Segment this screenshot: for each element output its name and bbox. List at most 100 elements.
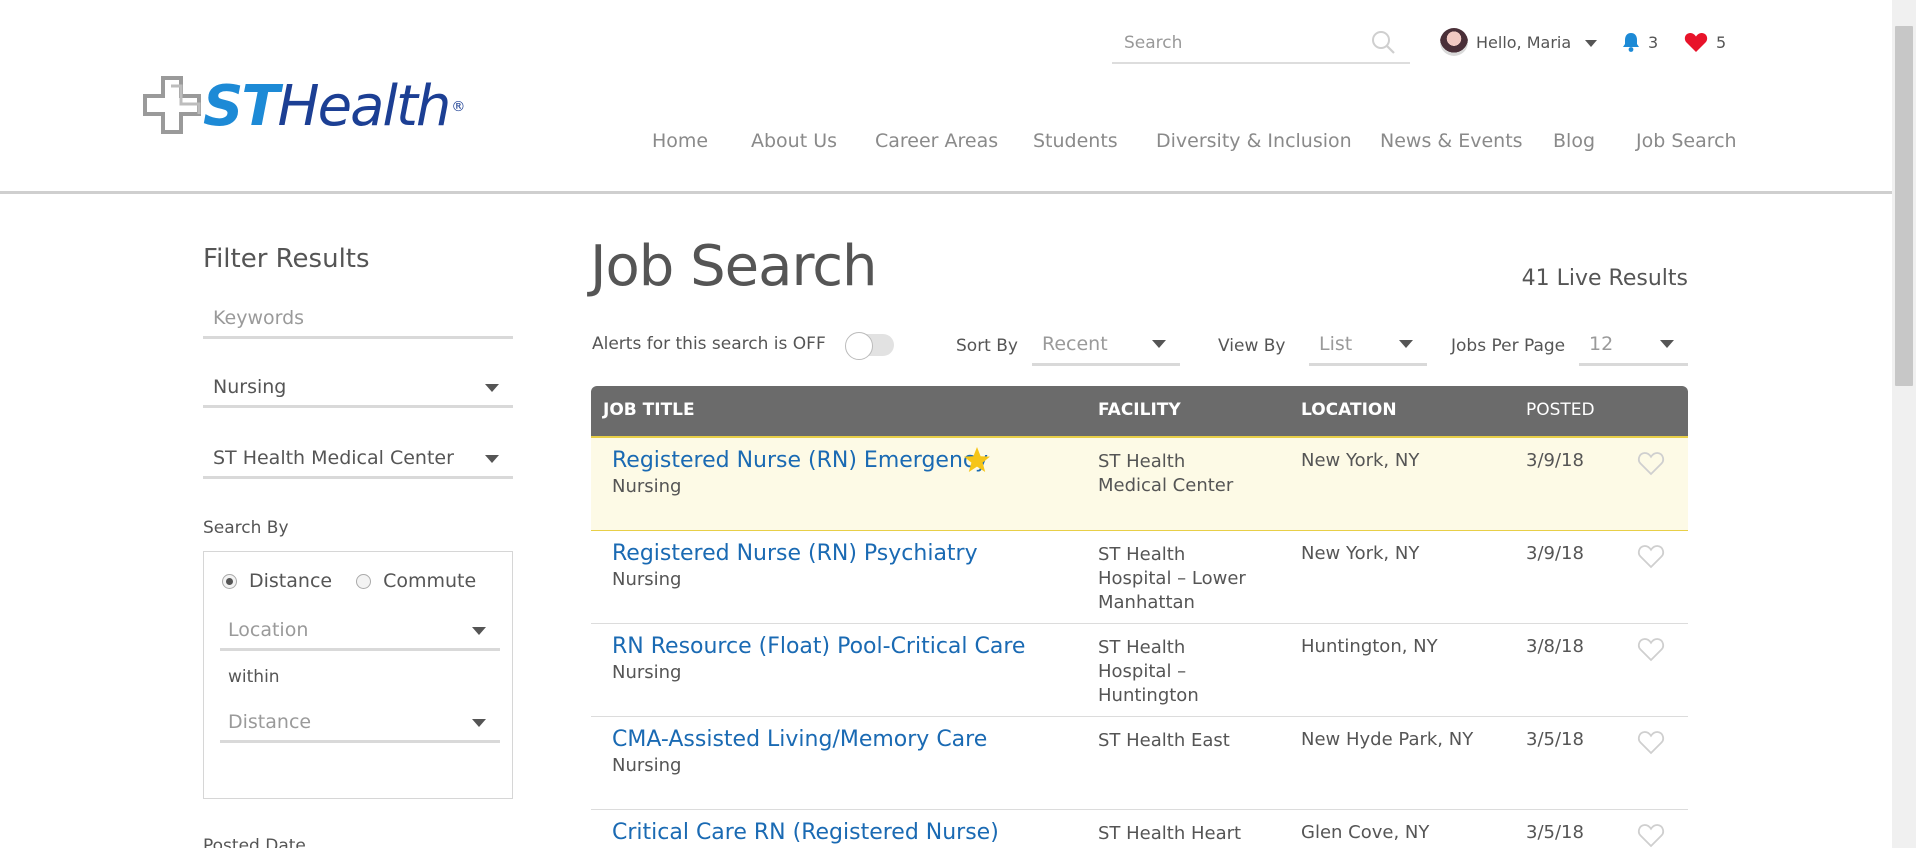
sort-by-select[interactable]: Recent xyxy=(1032,326,1180,366)
sort-by-value: Recent xyxy=(1042,333,1108,355)
table-row[interactable]: Registered Nurse (RN) Psychiatry Nursing… xyxy=(591,531,1688,624)
results-controls: Alerts for this search is OFF Sort By Re… xyxy=(592,326,1688,370)
view-by-select[interactable]: List xyxy=(1309,326,1427,366)
job-posted-date: 3/5/18 xyxy=(1526,729,1584,750)
chevron-down-icon xyxy=(1660,340,1674,348)
job-posted-date: 3/9/18 xyxy=(1526,450,1584,471)
nav-career-areas[interactable]: Career Areas xyxy=(875,130,998,152)
category-select[interactable]: Nursing xyxy=(203,368,513,408)
job-category: Nursing xyxy=(612,755,682,776)
nav-job-search[interactable]: Job Search xyxy=(1636,130,1737,152)
job-posted-date: 3/8/18 xyxy=(1526,636,1584,657)
favorites-button[interactable]: 5 xyxy=(1684,24,1726,60)
nav-news-events[interactable]: News & Events xyxy=(1380,130,1523,152)
job-posted-date: 3/9/18 xyxy=(1526,543,1584,564)
sort-by-label: Sort By xyxy=(956,336,1018,356)
nav-students[interactable]: Students xyxy=(1033,130,1118,152)
search-icon[interactable] xyxy=(1370,29,1396,55)
nav-blog[interactable]: Blog xyxy=(1553,130,1595,152)
facility-value: ST Health Medical Center xyxy=(213,446,454,469)
logo-wordmark: STHealth ® xyxy=(203,76,465,138)
job-facility: ST Health East xyxy=(1098,730,1230,751)
table-row[interactable]: CMA-Assisted Living/Memory Care Nursing … xyxy=(591,717,1688,810)
job-title-link[interactable]: Registered Nurse (RN) Psychiatry xyxy=(612,541,978,566)
jobs-per-page-select[interactable]: 12 xyxy=(1579,326,1688,366)
site-header: STHealth® Hello, Maria 3 5 Home About Us… xyxy=(0,0,1892,194)
job-results-table: JOB TITLE FACILITY LOCATION POSTED Regis… xyxy=(591,386,1688,848)
notifications-count: 3 xyxy=(1648,32,1659,52)
distance-select[interactable]: Distance xyxy=(220,703,500,743)
job-title-link[interactable]: CMA-Assisted Living/Memory Care xyxy=(612,727,987,752)
keywords-input[interactable] xyxy=(203,306,513,329)
job-title-link[interactable]: Critical Care RN (Registered Nurse) xyxy=(612,820,999,845)
star-icon xyxy=(964,447,990,472)
job-location: New York, NY xyxy=(1301,450,1420,471)
column-facility[interactable]: FACILITY xyxy=(1098,400,1181,420)
posted-date-label: Posted Date xyxy=(203,836,306,848)
job-facility: ST Health Heart xyxy=(1098,823,1242,844)
page-scrollbar[interactable] xyxy=(1892,0,1916,848)
job-posted-date: 3/5/18 xyxy=(1526,822,1584,843)
table-row[interactable]: Registered Nurse (RN) Emergency Nursing … xyxy=(591,436,1688,531)
heart-outline-icon[interactable] xyxy=(1637,543,1665,569)
job-facility: ST Health Hospital – Lower Manhattan xyxy=(1098,544,1246,613)
heart-outline-icon[interactable] xyxy=(1637,636,1665,662)
jobs-per-page-label: Jobs Per Page xyxy=(1451,336,1566,356)
chevron-down-icon xyxy=(1585,40,1598,47)
column-posted[interactable]: POSTED xyxy=(1526,400,1595,420)
location-select[interactable]: Location xyxy=(220,611,500,651)
chevron-down-icon xyxy=(1399,340,1413,348)
alerts-status-label: Alerts for this search is OFF xyxy=(592,334,826,354)
chevron-down-icon xyxy=(472,719,486,727)
within-label: within xyxy=(228,667,280,687)
table-row[interactable]: RN Resource (Float) Pool-Critical Care N… xyxy=(591,624,1688,717)
radio-commute[interactable] xyxy=(356,573,372,589)
radio-distance-label[interactable]: Distance xyxy=(249,570,332,592)
job-location: New Hyde Park, NY xyxy=(1301,729,1474,750)
main-nav: Home About Us Career Areas Students Dive… xyxy=(0,130,1892,164)
page-title: Job Search xyxy=(590,234,878,299)
column-location[interactable]: LOCATION xyxy=(1301,400,1397,420)
filter-results-title: Filter Results xyxy=(203,244,370,274)
radio-distance[interactable] xyxy=(222,573,237,589)
heart-outline-icon[interactable] xyxy=(1637,822,1665,848)
view-by-value: List xyxy=(1319,333,1353,355)
job-facility: ST Health Medical Center xyxy=(1098,451,1234,496)
heart-outline-icon[interactable] xyxy=(1637,729,1665,755)
facility-select[interactable]: ST Health Medical Center xyxy=(203,439,513,479)
table-header: JOB TITLE FACILITY LOCATION POSTED xyxy=(591,386,1688,436)
job-title-link[interactable]: Registered Nurse (RN) Emergency xyxy=(612,448,988,473)
notifications-button[interactable]: 3 xyxy=(1620,24,1658,60)
nav-diversity-inclusion[interactable]: Diversity & Inclusion xyxy=(1156,130,1352,152)
job-location: New York, NY xyxy=(1301,543,1420,564)
job-title-link[interactable]: RN Resource (Float) Pool-Critical Care xyxy=(612,634,1025,659)
search-input[interactable] xyxy=(1112,33,1362,53)
distance-placeholder: Distance xyxy=(228,710,312,733)
user-greeting: Hello, Maria xyxy=(1476,32,1572,52)
avatar xyxy=(1440,28,1468,56)
scrollbar-thumb[interactable] xyxy=(1895,26,1913,386)
nav-about-us[interactable]: About Us xyxy=(751,130,837,152)
job-location: Huntington, NY xyxy=(1301,636,1438,657)
view-by-label: View By xyxy=(1218,336,1286,356)
chevron-down-icon xyxy=(472,627,486,635)
heart-outline-icon[interactable] xyxy=(1637,450,1665,476)
table-row[interactable]: Critical Care RN (Registered Nurse) ST H… xyxy=(591,810,1688,848)
keywords-field[interactable] xyxy=(203,299,513,339)
header-search xyxy=(1112,24,1410,64)
job-category: Nursing xyxy=(612,662,682,683)
radio-commute-label[interactable]: Commute xyxy=(383,570,476,592)
heart-icon xyxy=(1684,32,1708,52)
category-value: Nursing xyxy=(213,375,287,398)
column-job-title[interactable]: JOB TITLE xyxy=(603,400,695,420)
live-results-count: 41 Live Results xyxy=(1521,266,1688,291)
cross-logo-icon xyxy=(143,76,201,134)
alerts-toggle[interactable] xyxy=(845,332,894,360)
job-category: Nursing xyxy=(612,476,682,497)
sthealth-logo[interactable]: STHealth ® xyxy=(143,76,465,138)
chevron-down-icon xyxy=(1152,340,1166,348)
nav-home[interactable]: Home xyxy=(652,130,708,152)
favorites-count: 5 xyxy=(1716,32,1727,52)
user-menu[interactable]: Hello, Maria xyxy=(1440,24,1598,60)
search-by-panel: Distance Commute Location within Distanc… xyxy=(203,551,513,799)
